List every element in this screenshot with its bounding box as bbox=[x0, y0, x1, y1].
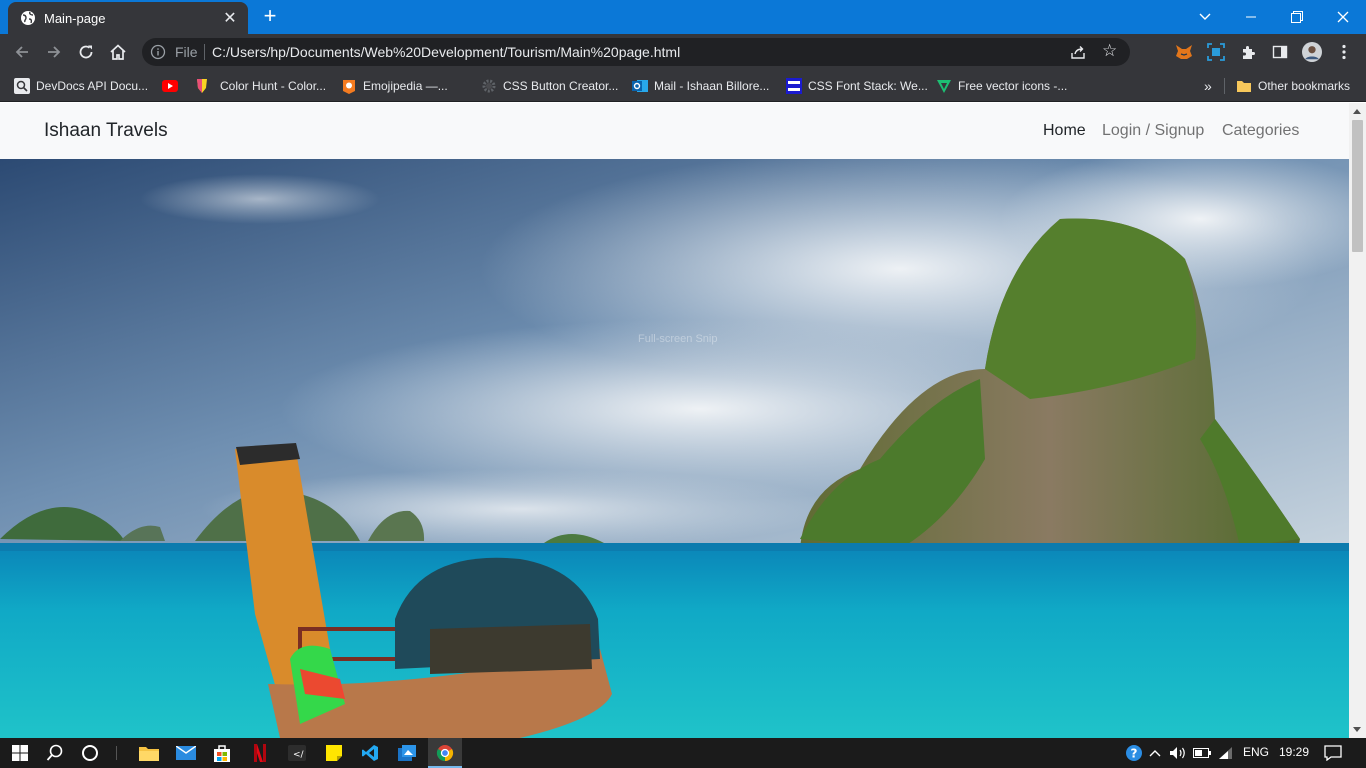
minimize-button[interactable] bbox=[1228, 0, 1274, 34]
bookmark-free-vector-icons[interactable]: Free vector icons -... bbox=[936, 76, 1067, 96]
browser-tab-strip: Main-page ✕ + bbox=[0, 0, 1366, 34]
info-icon[interactable] bbox=[150, 44, 166, 60]
search-icon[interactable] bbox=[43, 741, 67, 765]
netflix-icon[interactable] bbox=[248, 741, 272, 765]
folder-icon bbox=[1236, 78, 1252, 94]
nav-home-link[interactable]: Home bbox=[1043, 122, 1086, 140]
home-button[interactable] bbox=[106, 40, 130, 64]
restore-button[interactable] bbox=[1274, 0, 1320, 34]
devdocs-icon bbox=[14, 78, 30, 94]
profile-avatar[interactable] bbox=[1302, 42, 1322, 62]
color-hunt-icon bbox=[194, 78, 210, 94]
show-hidden-icons-icon[interactable] bbox=[1143, 741, 1167, 765]
side-panel-icon[interactable] bbox=[1270, 42, 1290, 62]
browser-tab[interactable]: Main-page ✕ bbox=[8, 2, 248, 34]
svg-text:?: ? bbox=[1131, 747, 1138, 761]
screenshot-extension-icon[interactable] bbox=[1206, 42, 1226, 62]
web-page: Ishaan Travels Home Login / Signup Categ… bbox=[0, 103, 1366, 738]
chrome-icon[interactable] bbox=[433, 741, 457, 765]
bookmark-css-button-creator[interactable]: CSS Button Creator... bbox=[481, 76, 618, 96]
sticky-notes-icon[interactable] bbox=[322, 741, 346, 765]
microsoft-store-icon[interactable] bbox=[210, 741, 234, 765]
bookmarks-bar: DevDocs API Docu... Color Hunt - Color..… bbox=[0, 70, 1366, 102]
screen: Main-page ✕ + File C:/Users/hp/Documents… bbox=[0, 0, 1366, 768]
hero-image bbox=[0, 159, 1349, 738]
divider bbox=[116, 746, 117, 760]
close-tab-icon[interactable]: ✕ bbox=[222, 8, 238, 28]
flaticon-icon bbox=[936, 78, 952, 94]
cortana-icon[interactable] bbox=[78, 741, 102, 765]
bookmark-color-hunt[interactable]: Color Hunt - Color... bbox=[194, 76, 326, 96]
tab-search-icon[interactable] bbox=[1182, 0, 1228, 34]
wifi-icon[interactable] bbox=[1214, 741, 1238, 765]
site-brand[interactable]: Ishaan Travels bbox=[44, 120, 168, 142]
css-font-stack-icon bbox=[786, 78, 802, 94]
metamask-extension-icon[interactable] bbox=[1174, 42, 1194, 62]
file-explorer-icon[interactable] bbox=[137, 741, 161, 765]
scroll-up-arrow-icon[interactable] bbox=[1353, 109, 1361, 114]
browser-menu-icon[interactable] bbox=[1334, 42, 1354, 62]
extensions-puzzle-icon[interactable] bbox=[1238, 42, 1258, 62]
emojipedia-icon bbox=[341, 78, 357, 94]
media-app-icon[interactable]: </ bbox=[285, 741, 309, 765]
windows-start-icon[interactable] bbox=[8, 741, 32, 765]
bookmark-outlook-mail[interactable]: Mail - Ishaan Billore... bbox=[632, 76, 769, 96]
bookmark-devdocs[interactable]: DevDocs API Docu... bbox=[14, 76, 148, 96]
back-button[interactable] bbox=[10, 40, 34, 64]
forward-button[interactable] bbox=[42, 40, 66, 64]
system-clock[interactable]: 19:29 bbox=[1279, 745, 1309, 759]
divider bbox=[204, 44, 205, 60]
page-scrollbar[interactable] bbox=[1349, 103, 1366, 738]
gear-icon bbox=[481, 78, 497, 94]
tab-title: Main-page bbox=[44, 10, 106, 26]
outlook-icon bbox=[632, 78, 648, 94]
close-window-button[interactable] bbox=[1320, 0, 1366, 34]
url-text[interactable]: C:/Users/hp/Documents/Web%20Development/… bbox=[212, 44, 680, 60]
scrollbar-thumb[interactable] bbox=[1352, 120, 1363, 252]
address-bar[interactable]: File C:/Users/hp/Documents/Web%20Develop… bbox=[142, 38, 1130, 66]
file-label: File bbox=[175, 44, 198, 60]
divider bbox=[1224, 78, 1225, 94]
bookmark-emojipedia[interactable]: Emojipedia —... bbox=[341, 76, 448, 96]
more-bookmarks-button[interactable]: » bbox=[1204, 76, 1212, 96]
youtube-icon bbox=[162, 78, 178, 94]
browser-toolbar: File C:/Users/hp/Documents/Web%20Develop… bbox=[0, 34, 1366, 70]
notifications-icon[interactable] bbox=[1321, 741, 1345, 765]
mail-app-icon[interactable] bbox=[174, 741, 198, 765]
bookmark-css-font-stack[interactable]: CSS Font Stack: We... bbox=[786, 76, 928, 96]
volume-icon[interactable] bbox=[1166, 741, 1190, 765]
other-bookmarks-folder[interactable]: Other bookmarks bbox=[1236, 76, 1350, 96]
scroll-down-arrow-icon[interactable] bbox=[1353, 727, 1361, 732]
photos-app-icon[interactable] bbox=[395, 741, 419, 765]
language-indicator[interactable]: ENG bbox=[1243, 745, 1269, 759]
nav-categories-link[interactable]: Categories bbox=[1222, 122, 1299, 140]
snip-overlay-text: Full-screen Snip bbox=[638, 333, 718, 345]
bookmark-star-icon[interactable]: ☆ bbox=[1102, 42, 1117, 60]
nav-login-signup-link[interactable]: Login / Signup bbox=[1102, 122, 1204, 140]
battery-icon[interactable] bbox=[1190, 741, 1214, 765]
svg-text:</: </ bbox=[293, 750, 305, 760]
globe-icon bbox=[20, 10, 36, 26]
site-navbar: Ishaan Travels Home Login / Signup Categ… bbox=[0, 103, 1349, 159]
new-tab-button[interactable]: + bbox=[258, 5, 282, 29]
share-icon[interactable] bbox=[1070, 44, 1086, 60]
reload-button[interactable] bbox=[74, 40, 98, 64]
windows-taskbar: </ ? ENG 19:29 bbox=[0, 738, 1366, 768]
bookmark-youtube[interactable] bbox=[162, 76, 184, 96]
vscode-icon[interactable] bbox=[358, 741, 382, 765]
